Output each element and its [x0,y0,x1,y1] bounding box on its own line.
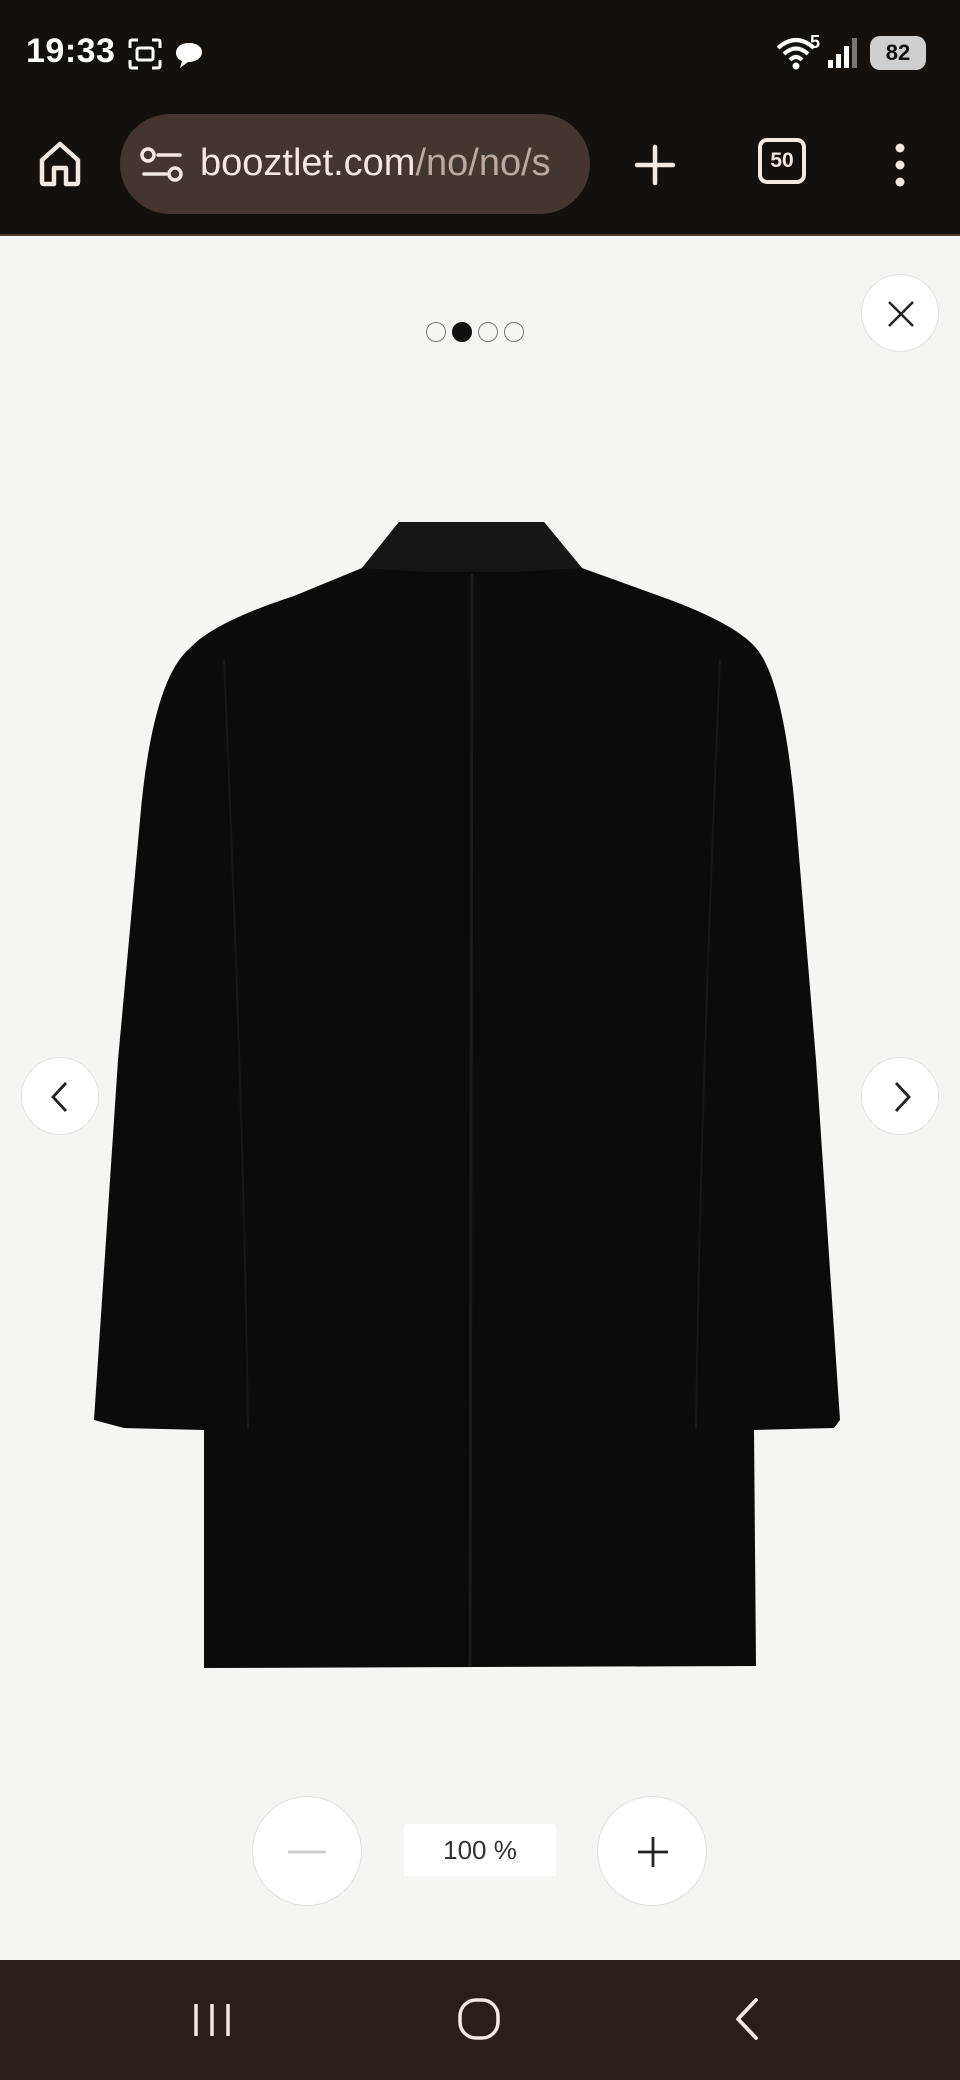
plus-icon [638,1837,668,1867]
next-image-button[interactable] [861,1057,939,1135]
recent-apps-icon[interactable] [190,2000,234,2040]
tab-switcher-button[interactable]: 50 [758,138,806,184]
battery-icon: 82 [870,36,926,70]
close-icon [888,301,914,327]
home-icon[interactable] [36,138,84,188]
status-time: 19:33 [26,32,116,70]
pagination-dot-3[interactable] [478,322,498,342]
pagination-dot-1[interactable] [426,322,446,342]
browser-toolbar: booztlet.com/no/no/s 50 [0,108,960,236]
chevron-left-icon [51,1082,68,1112]
zoom-out-button[interactable] [252,1796,362,1906]
pagination-dot-2[interactable] [452,322,472,342]
home-circle-icon[interactable] [456,1996,502,2042]
close-button[interactable] [861,274,939,352]
new-tab-icon[interactable] [634,144,676,186]
signal-icon [828,38,857,68]
previous-image-button[interactable] [21,1057,99,1135]
system-navigation-bar [0,1960,960,2080]
address-bar[interactable]: booztlet.com/no/no/s [120,114,590,214]
zoom-in-button[interactable] [597,1796,707,1906]
signal-type-label: 5 [810,32,821,52]
status-bar: 19:33 5 82 [0,0,960,108]
url-text[interactable]: booztlet.com/no/no/s [200,142,576,185]
minus-icon [288,1850,326,1854]
chat-icon [176,43,202,68]
url-path: /no/no/s [415,142,551,184]
back-icon[interactable] [730,1996,764,2042]
site-settings-icon[interactable] [140,146,184,184]
zoom-level: 100 % [404,1824,556,1876]
coat-back-image [94,522,840,1668]
screenshot-icon [128,38,162,70]
pagination-dot-4[interactable] [504,322,524,342]
url-host: booztlet.com [200,142,416,184]
more-icon[interactable] [888,142,912,188]
chevron-right-icon [894,1082,911,1112]
